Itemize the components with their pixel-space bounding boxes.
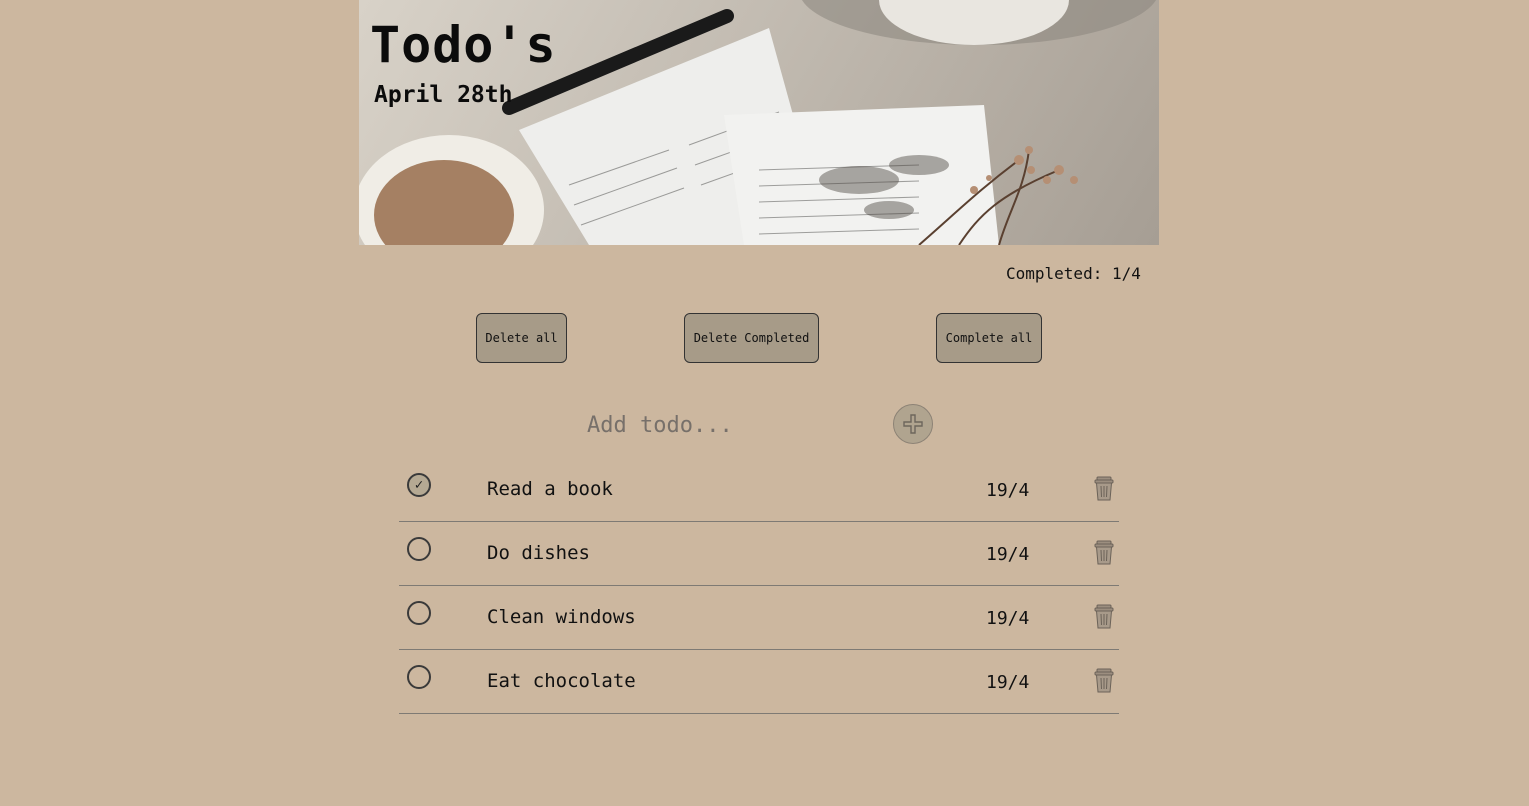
todo-checkbox[interactable] bbox=[407, 665, 431, 689]
trash-icon[interactable] bbox=[1093, 476, 1115, 502]
todo-text: Read a book bbox=[487, 478, 613, 500]
todo-row: Do dishes 19/4 bbox=[399, 522, 1119, 586]
add-todo-input[interactable] bbox=[587, 408, 877, 442]
plus-icon bbox=[903, 414, 923, 434]
trash-icon[interactable] bbox=[1093, 604, 1115, 630]
total-count: 4 bbox=[1131, 264, 1141, 283]
header-banner: Todo's April 28th bbox=[359, 0, 1159, 245]
add-todo-button[interactable] bbox=[893, 404, 933, 444]
trash-icon[interactable] bbox=[1093, 668, 1115, 694]
todo-row: ✓ Read a book 19/4 bbox=[399, 458, 1119, 522]
completed-count: 1 bbox=[1111, 264, 1122, 283]
trash-icon[interactable] bbox=[1093, 540, 1115, 566]
completed-counter: Completed: 1/4 bbox=[1006, 264, 1141, 283]
todo-text: Do dishes bbox=[487, 542, 590, 564]
todo-text: Clean windows bbox=[487, 606, 636, 628]
page-title: Todo's bbox=[370, 16, 557, 74]
todo-checkbox[interactable]: ✓ bbox=[407, 473, 431, 497]
delete-completed-button[interactable]: Delete Completed bbox=[684, 313, 819, 363]
delete-all-button[interactable]: Delete all bbox=[476, 313, 567, 363]
todo-date: 19/4 bbox=[986, 608, 1030, 629]
todo-list: ✓ Read a book 19/4 Do dishes 19/4 Clean … bbox=[399, 458, 1119, 714]
todo-date: 19/4 bbox=[986, 480, 1030, 501]
todo-row: Eat chocolate 19/4 bbox=[399, 650, 1119, 714]
todo-checkbox[interactable] bbox=[407, 601, 431, 625]
completed-label: Completed: bbox=[1006, 264, 1103, 283]
todo-row: Clean windows 19/4 bbox=[399, 586, 1119, 650]
todo-date: 19/4 bbox=[986, 672, 1030, 693]
todo-text: Eat chocolate bbox=[487, 670, 636, 692]
check-icon: ✓ bbox=[414, 477, 424, 493]
current-date: April 28th bbox=[374, 82, 513, 108]
complete-all-button[interactable]: Complete all bbox=[936, 313, 1042, 363]
todo-checkbox[interactable] bbox=[407, 537, 431, 561]
todo-date: 19/4 bbox=[986, 544, 1030, 565]
